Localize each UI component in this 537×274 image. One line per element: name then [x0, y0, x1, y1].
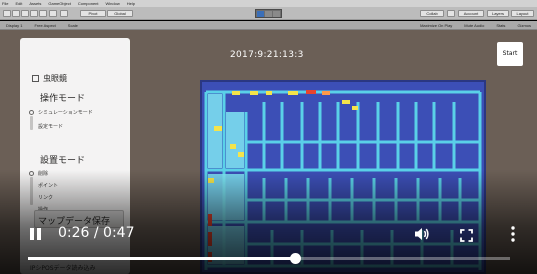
volume-icon[interactable]	[414, 226, 430, 242]
display-dropdown[interactable]: Display 1	[0, 23, 28, 28]
rect-tool-icon[interactable]	[39, 10, 47, 17]
mode-scrollbar[interactable]	[30, 116, 33, 130]
link-label: リンク	[38, 195, 54, 201]
layout-dropdown[interactable]: Layout	[511, 10, 534, 17]
point-label: ポイント	[38, 183, 59, 189]
pivot-toggle[interactable]: Pivot	[80, 10, 106, 17]
cloud-icon[interactable]	[447, 10, 455, 17]
load-data-label: IPシPOSデータ読み込み	[30, 265, 96, 272]
play-controls	[255, 9, 282, 18]
transform-tool-icon[interactable]	[49, 10, 57, 17]
setting-mode-label: 設定モード	[38, 124, 64, 130]
seek-bar[interactable]	[28, 253, 510, 264]
play-icon[interactable]	[257, 11, 264, 17]
account-dropdown[interactable]: Account	[458, 10, 484, 17]
pause-icon[interactable]	[30, 228, 42, 240]
global-toggle[interactable]: Global	[107, 10, 133, 17]
game-view-toolbar: Display 1 Free Aspect Scale Maximize On …	[0, 21, 537, 30]
hand-tool-icon[interactable]	[3, 10, 11, 17]
bug-eye-checkbox[interactable]	[32, 75, 39, 82]
seek-knob[interactable]	[289, 253, 301, 264]
operation-mode-heading: 操作モード	[40, 94, 86, 104]
simulation-mode-label: シミュレーションモード	[38, 110, 93, 116]
aspect-dropdown[interactable]: Free Aspect	[28, 23, 61, 28]
tool-extra-icon[interactable]	[60, 10, 68, 17]
bug-eye-label: 虫眼鏡	[43, 74, 67, 83]
menu-component[interactable]: Component	[78, 1, 99, 6]
scale-tool-icon[interactable]	[30, 10, 38, 17]
scale-slider-label[interactable]: Scale	[62, 23, 84, 28]
pause-editor-icon[interactable]	[265, 11, 272, 17]
editor-menubar: File Edit Assets GameObject Component Wi…	[0, 0, 537, 7]
more-vert-icon[interactable]	[511, 226, 515, 242]
move-tool-icon[interactable]	[12, 10, 20, 17]
seek-bar-played	[28, 257, 295, 260]
rotate-tool-icon[interactable]	[21, 10, 29, 17]
menu-assets[interactable]: Assets	[29, 1, 41, 6]
layers-dropdown[interactable]: Layers	[487, 10, 509, 17]
delete-label: 削除	[38, 171, 49, 177]
simulation-mode-radio[interactable]	[29, 110, 34, 115]
mute-audio-toggle[interactable]: Mute Audio	[458, 23, 490, 28]
gizmos-dropdown[interactable]: Gizmos	[511, 23, 537, 28]
menu-edit[interactable]: Edit	[15, 1, 22, 6]
stats-toggle[interactable]: Stats	[490, 23, 511, 28]
editor-toolbar: Pivot Global Collab Account Layers Layou…	[0, 7, 537, 20]
fullscreen-icon[interactable]	[460, 227, 473, 242]
maximize-on-play-toggle[interactable]: Maximize On Play	[414, 23, 458, 28]
menu-file[interactable]: File	[2, 1, 8, 6]
map-view[interactable]	[200, 80, 486, 274]
step-icon[interactable]	[273, 11, 280, 17]
menu-help[interactable]: Help	[127, 1, 135, 6]
map-canvas	[204, 90, 482, 270]
start-button[interactable]: Start	[497, 42, 523, 66]
menu-window[interactable]: Window	[106, 1, 120, 6]
placement-scrollbar[interactable]	[30, 177, 33, 205]
time-display: 0:26 / 0:47	[58, 225, 135, 241]
delete-radio[interactable]	[29, 171, 34, 176]
menu-gameobject[interactable]: GameObject	[48, 1, 70, 6]
placement-mode-heading: 設置モード	[40, 156, 86, 166]
collab-button[interactable]: Collab	[420, 10, 444, 17]
sim-clock: 2017:9:21:13:3	[230, 50, 304, 60]
